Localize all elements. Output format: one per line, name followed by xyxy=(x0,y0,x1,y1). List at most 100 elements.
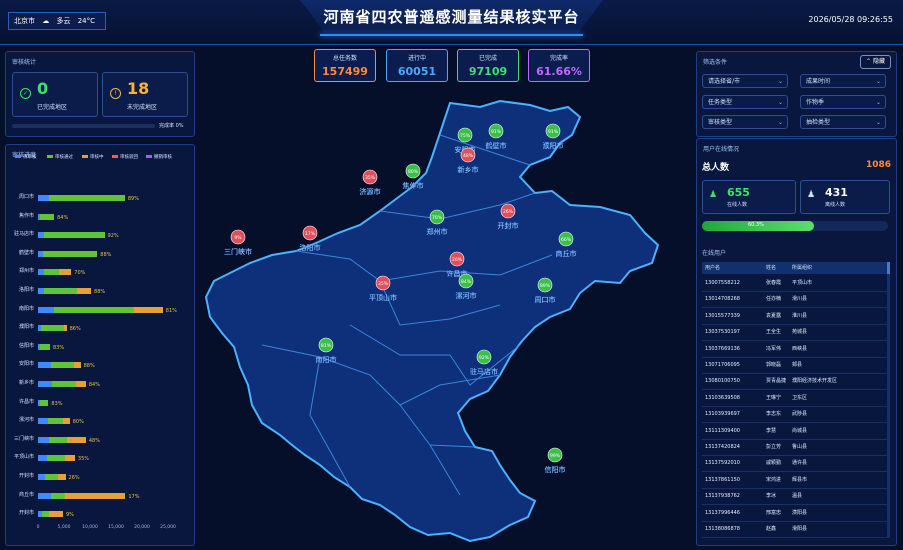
user-org: 平顶山市 xyxy=(792,280,813,286)
table-row[interactable]: 13103639508 王琳宁 卫东区 xyxy=(702,390,888,407)
table-row[interactable]: 13037530197 王全生 苑城县 xyxy=(702,324,888,342)
progress-row-city: 驻马店市 xyxy=(13,231,34,238)
progress-row-percent: 17% xyxy=(128,493,140,500)
online-count: 655 xyxy=(727,186,750,199)
uncompleted-count: 18 xyxy=(127,79,150,98)
table-row[interactable]: 13137938762 李冰 温县 xyxy=(702,488,888,506)
result-time-select[interactable]: 成果时间 ⌄ xyxy=(800,74,886,88)
table-row[interactable]: 13037669136 冯军伟 西峡县 xyxy=(702,341,888,358)
hide-filter-button[interactable]: ⌃ 隐藏 xyxy=(860,55,891,69)
user-phone: 13037669136 xyxy=(705,345,740,352)
progress-row-percent: 84% xyxy=(88,382,100,388)
progress-row-percent: 81% xyxy=(165,307,177,314)
table-row[interactable]: 13137420824 彭立芳 鲁山县 xyxy=(702,439,888,456)
user-name: 冯军伟 xyxy=(766,345,782,352)
progress-row-city: 商丘市 xyxy=(18,491,34,498)
sampling-type-select[interactable]: 抽检类型 ⌄ xyxy=(800,115,886,129)
legend-revoked: 撤销审核 xyxy=(146,154,172,160)
table-row[interactable]: 13111309400 李慧 尚城县 xyxy=(702,423,888,440)
table-row[interactable]: 13080100750 贾青晶捷 濮阳经济技术开发区 xyxy=(702,373,888,391)
panel-title: 用户在线情况 xyxy=(703,146,740,153)
city-percent: 75% xyxy=(460,133,471,139)
progress-bar-segment xyxy=(134,306,163,313)
weather-condition: 多云 xyxy=(56,17,71,25)
progress-bar-segment xyxy=(42,250,98,257)
progress-bar-segment xyxy=(44,269,59,276)
x-tick-label: 10,000 xyxy=(82,525,98,530)
user-org: 尚城县 xyxy=(792,427,808,434)
completed-regions-card: ✓ 0 已完成地区 xyxy=(12,72,98,117)
progress-row: 驻马店市 92% xyxy=(0,229,190,240)
progress-row-city: 南阳市 xyxy=(18,305,34,312)
table-row[interactable]: 13103939697 李志东 武陟县 xyxy=(702,406,888,424)
chevron-down-icon: ⌄ xyxy=(875,119,881,126)
user-table-header: 用户名 姓名 所属组织 xyxy=(702,262,888,274)
table-row[interactable]: 13137861150 宋鸿进 辉县市 xyxy=(702,472,888,489)
online-users-card: ♟ 655 在线人数 xyxy=(702,180,796,214)
progress-row: 开封市 9% xyxy=(0,508,190,519)
user-name: 郭晓磊 xyxy=(766,362,782,368)
table-row[interactable]: 13015577339 袁夏露 淮川县 xyxy=(702,308,888,325)
panel-title: 审核统计 xyxy=(12,59,37,66)
user-name: 李慧 xyxy=(766,427,777,434)
chevron-down-icon: ⌄ xyxy=(875,78,881,85)
map-city-marker[interactable]: 35% 济源市 xyxy=(359,169,381,196)
progress-bar-segment xyxy=(44,288,77,294)
total-users-label: 总人数 xyxy=(702,163,730,173)
city-name: 漯河市 xyxy=(456,291,477,300)
cloud-icon: ☁ xyxy=(42,17,50,25)
province-city-select[interactable]: 请选择省/市 ⌄ xyxy=(702,74,788,88)
city-percent: 48% xyxy=(463,153,474,159)
legend-reviewing: 审核中 xyxy=(82,154,104,160)
progress-bar-segment xyxy=(77,288,92,294)
city-name: 南阳市 xyxy=(316,355,337,364)
progress-row-city: 濮阳市 xyxy=(18,324,34,331)
progress-row: 焦作市 84% xyxy=(0,211,190,222)
progress-row: 开封市 26% xyxy=(0,471,190,482)
progress-row: 三门峡市 48% xyxy=(0,434,190,445)
kpi-value: 157499 xyxy=(322,65,368,78)
progress-bar-segment xyxy=(62,418,70,425)
audit-progress-label: 完成率 0% xyxy=(159,123,184,129)
table-row[interactable]: 13138086878 赵鑫 滑阳县 xyxy=(702,521,888,538)
table-row[interactable]: 13071706095 郭晓磊 郏县 xyxy=(702,357,888,374)
kpi-value: 60051 xyxy=(397,65,437,78)
map-city-marker[interactable]: 17% 洛阳市 xyxy=(299,225,321,252)
map-city-marker[interactable]: 99% 信阳市 xyxy=(544,447,566,474)
table-row[interactable]: 13137592010 戚颖勤 通许县 xyxy=(702,455,888,473)
audit-type-select[interactable]: 审核类型 ⌄ xyxy=(702,115,788,129)
progress-row-city: 周口市 xyxy=(18,194,34,200)
user-org: 淮川县 xyxy=(792,312,808,319)
user-name: 王全生 xyxy=(766,329,782,336)
audit-progress-track xyxy=(12,124,155,128)
map-city-marker[interactable]: 9% 三门峡市 xyxy=(224,229,252,256)
user-phone: 13007558212 xyxy=(705,280,740,286)
table-row[interactable]: 13014708268 任亦楠 滑川县 xyxy=(702,291,888,309)
user-org: 郏县 xyxy=(792,362,803,368)
city-name: 驻马店市 xyxy=(470,367,498,376)
progress-bar-segment xyxy=(38,418,49,425)
progress-row-city: 新乡市 xyxy=(18,380,34,386)
progress-row-percent: 80% xyxy=(72,419,84,426)
x-tick-label: 20,000 xyxy=(134,525,150,530)
uncompleted-regions-card: ! 18 未完成地区 xyxy=(102,72,188,117)
table-row[interactable]: 13137996446 邢富忠 潢阳县 xyxy=(702,505,888,522)
city-percent: 91% xyxy=(548,129,559,135)
task-type-select[interactable]: 任务类型 ⌄ xyxy=(702,95,788,109)
city-name: 洛阳市 xyxy=(300,243,321,252)
table-row[interactable]: 13007558212 张春霞 平顶山市 xyxy=(702,275,888,292)
city-name: 新乡市 xyxy=(458,165,479,174)
city-percent: 99% xyxy=(550,453,561,459)
city-percent: 66% xyxy=(561,237,572,243)
henan-map: 75%安阳市91%鹤壁市91%濮阳市48%新乡市80%焦作市35%济源市70%郑… xyxy=(204,99,660,543)
user-name: 邢富忠 xyxy=(766,509,782,516)
progress-row: 新乡市 84% xyxy=(0,378,190,389)
progress-bar-segment xyxy=(39,399,49,406)
user-name: 李冰 xyxy=(766,493,777,500)
progress-row: 洛阳市 88% xyxy=(0,285,190,296)
alert-icon: ! xyxy=(110,88,121,99)
map-city-marker[interactable]: 80% 焦作市 xyxy=(402,163,424,190)
datetime: 2026/05/28 09:26:55 xyxy=(808,15,893,24)
kpi-completion-rate: 完成率 61.66% xyxy=(528,49,590,82)
crop-season-select[interactable]: 作物季 ⌄ xyxy=(800,95,886,109)
